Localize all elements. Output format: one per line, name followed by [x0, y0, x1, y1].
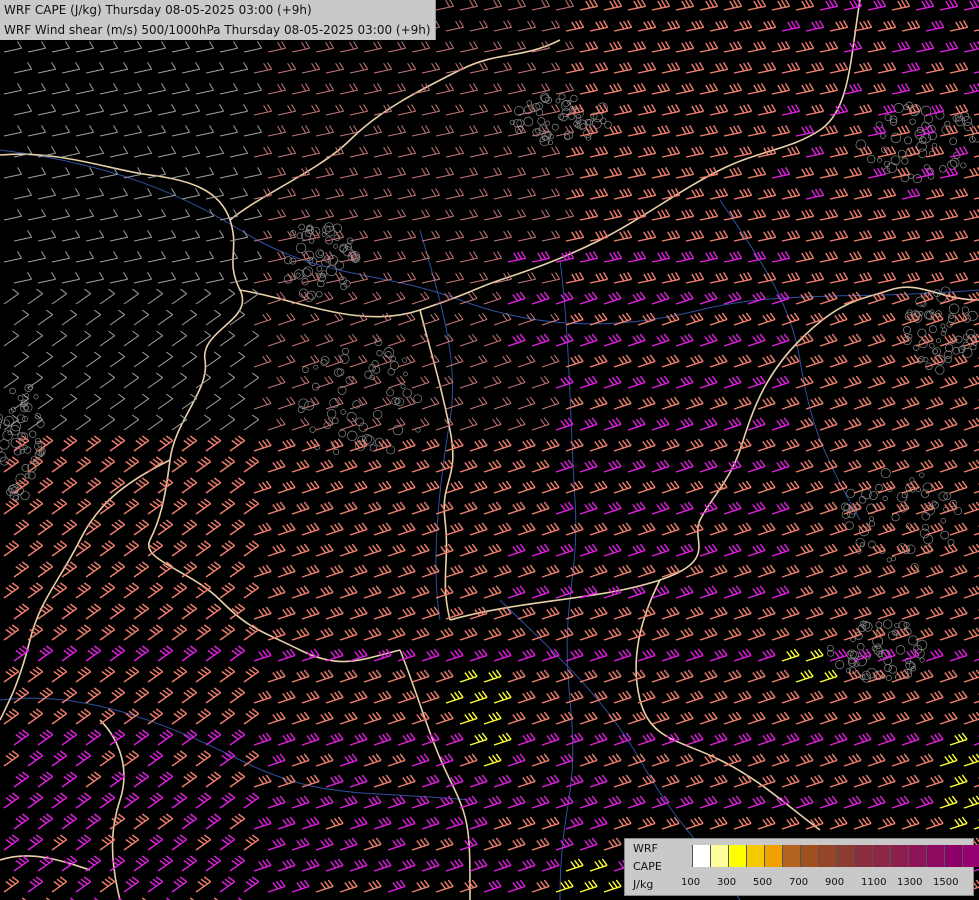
- legend-swatch: [693, 845, 711, 867]
- map-title-box: WRF CAPE (J/kg) Thursday 08-05-2025 03:0…: [0, 0, 436, 40]
- legend-tick-label: 100: [681, 877, 701, 888]
- legend-swatch: [819, 845, 837, 867]
- legend-swatch: [747, 845, 765, 867]
- legend-tick-label: 500: [753, 877, 773, 888]
- cape-title: WRF CAPE (J/kg) Thursday 08-05-2025 03:0…: [4, 3, 312, 17]
- legend-swatches: [675, 845, 979, 867]
- legend-swatch: [891, 845, 909, 867]
- legend-tick-label: 1500: [933, 877, 959, 888]
- weather-map: [0, 0, 979, 900]
- legend-swatch: [963, 845, 979, 867]
- legend-model-label: WRF: [633, 842, 658, 855]
- legend-swatch: [711, 845, 729, 867]
- legend-tick-label: 300: [717, 877, 737, 888]
- legend-swatch: [855, 845, 873, 867]
- legend-swatch: [783, 845, 801, 867]
- legend-field-label: CAPE: [633, 860, 662, 873]
- cape-legend: WRF CAPE J/kg 100 300 500 700 900 1100 1300 150…: [624, 838, 979, 896]
- legend-swatch: [765, 845, 783, 867]
- legend-tick-label: 1100: [861, 877, 887, 888]
- legend-swatch: [801, 845, 819, 867]
- shear-title: WRF Wind shear (m/s) 500/1000hPa Thursda…: [4, 23, 431, 37]
- legend-swatch: [675, 845, 693, 867]
- legend-tick-label: 1300: [897, 877, 923, 888]
- legend-swatch: [837, 845, 855, 867]
- legend-swatch: [873, 845, 891, 867]
- legend-tick-label: 700: [789, 877, 809, 888]
- legend-swatch: [909, 845, 927, 867]
- legend-swatch: [729, 845, 747, 867]
- legend-swatch: [927, 845, 945, 867]
- legend-tick-label: 900: [825, 877, 845, 888]
- legend-unit-label: J/kg: [633, 878, 654, 891]
- legend-swatch: [945, 845, 963, 867]
